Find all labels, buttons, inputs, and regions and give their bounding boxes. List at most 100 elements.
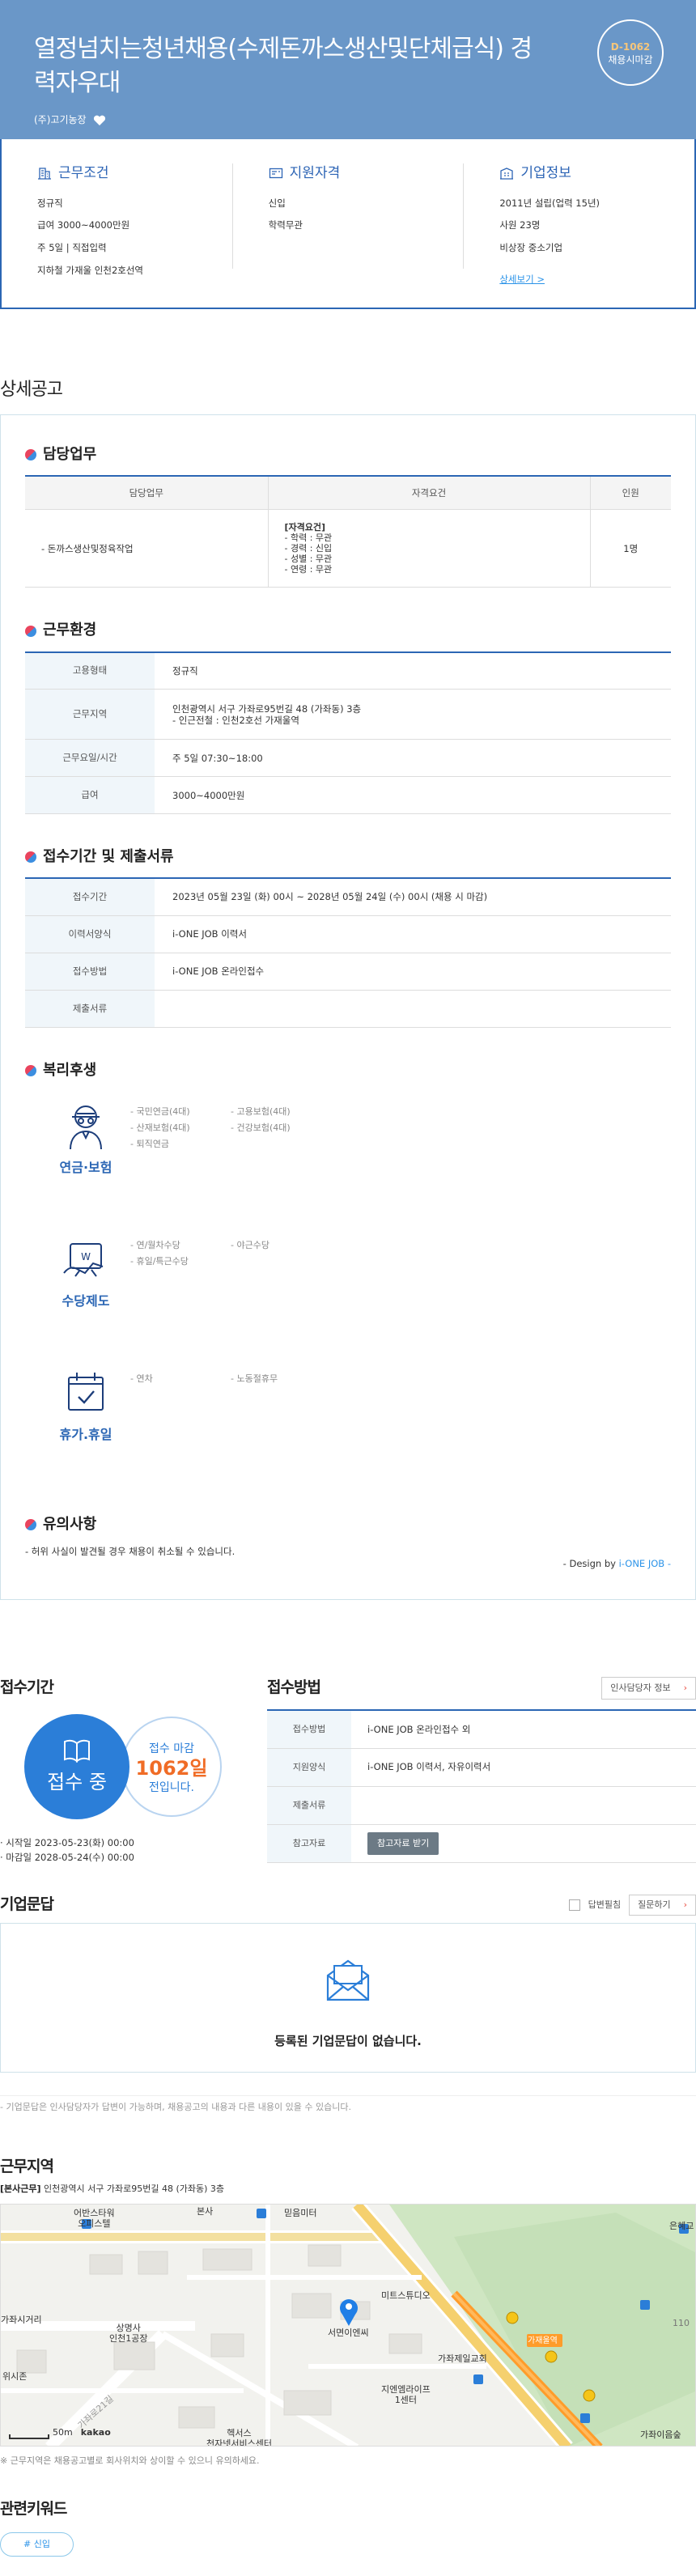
row-label: 제출서류 bbox=[25, 990, 155, 1028]
map-label: 어반스타워 오피스텔 bbox=[74, 2208, 115, 2230]
work-item: 정규직 bbox=[37, 197, 63, 209]
table-row: 근무요일/시간 주 5일 07:30~18:00 bbox=[25, 739, 671, 778]
table-row: 참고자료 참고자료 받기 bbox=[267, 1824, 696, 1863]
map-label: 은혜교 bbox=[669, 2221, 694, 2232]
req-line: - 연령 : 무관 bbox=[284, 564, 333, 575]
company-row: (주)고기농장 bbox=[34, 113, 662, 127]
company-info-title: 기업정보 bbox=[499, 163, 659, 184]
welfare-item: - 국민연금(4대) bbox=[130, 1106, 190, 1117]
corp-item: 비상장 중소기업 bbox=[499, 241, 563, 253]
map-label: 미트스튜디오 bbox=[381, 2290, 431, 2302]
headcount-cell: 1명 bbox=[590, 509, 671, 588]
deadline-label: 접수 마감 bbox=[149, 1742, 194, 1755]
company-detail-link[interactable]: 상세보기 > bbox=[499, 274, 545, 285]
welfare-item: - 연/월차수당 bbox=[130, 1239, 180, 1250]
map-label: 지엔엠라이프 1센터 bbox=[381, 2384, 431, 2406]
hr-button-label: 인사담당자 정보 bbox=[610, 1683, 671, 1694]
qual-item: 신입 bbox=[268, 197, 286, 209]
keyword-tag[interactable]: # 신입 bbox=[0, 2531, 74, 2557]
welfare-icon-box: 휴가.휴일 bbox=[41, 1366, 130, 1500]
welfare-icon-box: 연금·보험 bbox=[41, 1099, 130, 1233]
table-row: 접수방법 i-ONE JOB 온라인접수 외 bbox=[267, 1710, 696, 1749]
scale-bar bbox=[9, 2434, 49, 2440]
row-value bbox=[351, 1786, 696, 1825]
env-title-text: 근무환경 bbox=[43, 622, 97, 639]
table-row: 접수기간 2023년 05월 23일 (화) 00시 ~ 2028년 05월 24… bbox=[25, 878, 671, 916]
welfare-title: 복리후생 bbox=[25, 1060, 671, 1081]
row-label: 접수기간 bbox=[25, 878, 155, 916]
row-value: 인천광역시 서구 가좌로95번길 48 (가좌동) 3층 - 인근전철 : 인천2… bbox=[155, 689, 671, 741]
table-row: 급여 3000~4000만원 bbox=[25, 776, 671, 815]
design-credit: - Design by i-ONE JOB - bbox=[25, 1557, 671, 1571]
map-label: 가좌제일교회 bbox=[438, 2353, 487, 2365]
map-label: 서면이엔씨 bbox=[328, 2328, 369, 2339]
row-value: i-ONE JOB 이력서, 자유이력서 bbox=[351, 1748, 696, 1787]
work-conditions: 근무조건 정규직 급여 3000~4000만원 주 5일 | 직접입력 지하철 … bbox=[2, 163, 233, 276]
map-label: 110 bbox=[673, 2318, 690, 2329]
download-reference-button[interactable]: 참고자료 받기 bbox=[367, 1831, 439, 1855]
table-row: 이력서양식 i-ONE JOB 이력서 bbox=[25, 915, 671, 953]
qualifications-title: 지원자격 bbox=[269, 163, 428, 184]
work-item: 지하철 가재울 인천2호선역 bbox=[37, 264, 144, 276]
method-table: 접수방법 i-ONE JOB 온라인접수 외 지원양식 i-ONE JOB 이력서,… bbox=[267, 1709, 696, 1863]
bullet-dot-icon bbox=[25, 851, 36, 864]
company-name[interactable]: (주)고기농장 bbox=[34, 113, 87, 127]
scale-text: 50m bbox=[53, 2427, 73, 2438]
heart-icon[interactable] bbox=[93, 115, 106, 126]
ask-question-button[interactable]: 질문하기 › bbox=[629, 1895, 696, 1916]
map-label: 가재울역 bbox=[528, 2336, 558, 2346]
detail-heading: 상세공고 bbox=[0, 380, 63, 400]
address-tag: [본사근무] bbox=[0, 2183, 41, 2195]
table-row: 고용형태 정규직 bbox=[25, 651, 671, 690]
work-item: 급여 3000~4000만원 bbox=[37, 219, 130, 231]
duty-title: 담당업무 bbox=[25, 444, 671, 465]
column-header: 인원 bbox=[590, 475, 671, 511]
requirements-cell: [자격요건] - 학력 : 무관 - 경력 : 신입 - 성별 : 무관 - 연… bbox=[268, 509, 591, 588]
status-text: 접수 중 bbox=[47, 1771, 107, 1794]
row-label: 근무지역 bbox=[25, 689, 155, 741]
svg-text:W: W bbox=[81, 1251, 91, 1263]
work-title-text: 근무조건 bbox=[58, 165, 109, 181]
receipt-status-box: 접수 중 접수 마감 1062일 전입니다. bbox=[0, 1713, 267, 1819]
corp-item: 2011년 설립(업력 15년) bbox=[499, 197, 601, 209]
row-label: 지원양식 bbox=[267, 1748, 351, 1787]
address-line: 인천광역시 서구 가좌로95번길 48 (가좌동) 3층 bbox=[172, 702, 362, 715]
caution-title-text: 유의사항 bbox=[43, 1515, 97, 1533]
hr-contact-button[interactable]: 인사담당자 정보 › bbox=[601, 1677, 696, 1700]
welfare-item: - 연차 bbox=[130, 1373, 153, 1384]
map-brand: kakao bbox=[80, 2427, 111, 2438]
row-label: 근무요일/시간 bbox=[25, 739, 155, 778]
deadline-suffix: 전입니다. bbox=[149, 1781, 194, 1795]
row-value: i-ONE JOB 이력서 bbox=[155, 915, 671, 953]
work-conditions-title: 근무조건 bbox=[37, 163, 197, 184]
bullet-dot-icon bbox=[25, 625, 36, 637]
location-address: [본사근무] 인천광역시 서구 가좌로95번길 48 (가좌동) 3층 bbox=[0, 2183, 696, 2196]
welfare-label: 수당제도 bbox=[62, 1293, 110, 1309]
start-date: · 시작일 2023-05-23(화) 00:00 bbox=[0, 1836, 134, 1848]
keyword-section: 관련키워드 # 신입 bbox=[0, 2498, 696, 2557]
qna-empty-text: 등록된 기업문답이 없습니다. bbox=[274, 2034, 422, 2049]
welfare-item: - 노동절휴무 bbox=[231, 1373, 278, 1384]
method-header: 접수방법 인사담당자 정보 › bbox=[267, 1677, 696, 1700]
row-label: 이력서양식 bbox=[25, 915, 155, 953]
dday-badge: D-1062 채용시마감 bbox=[597, 19, 664, 86]
welfare-label: 휴가.휴일 bbox=[59, 1427, 112, 1443]
job-header: 열정넘치는청년채용(수제돈까스생산및단체급식) 경력자우대 (주)고기농장 D-… bbox=[0, 0, 696, 139]
answered-only-label: 답변필침 bbox=[588, 1899, 622, 1910]
allowance-icon: W bbox=[63, 1242, 104, 1277]
work-item: 주 5일 | 직접입력 bbox=[37, 241, 107, 253]
pension-icon bbox=[70, 1105, 102, 1149]
receipt-dates: · 시작일 2023-05-23(화) 00:00 · 마감일 2028-05-… bbox=[0, 1835, 267, 1865]
answered-only-checkbox[interactable] bbox=[568, 1899, 580, 1911]
row-value bbox=[155, 990, 671, 1028]
row-value: i-ONE JOB 온라인접수 외 bbox=[351, 1710, 696, 1749]
welfare-item: - 야근수당 bbox=[231, 1239, 269, 1250]
welfare-items: - 국민연금(4대) - 고용보험(4대) - 산재보험(4대) - 건강보험(… bbox=[130, 1099, 344, 1233]
design-brand[interactable]: i-ONE JOB - bbox=[619, 1558, 671, 1569]
row-label: 제출서류 bbox=[267, 1786, 351, 1825]
table-row: - 돈까스생산및정육작업 [자격요건] - 학력 : 무관 - 경력 : 신입 … bbox=[25, 509, 671, 588]
duty-title-text: 담당업무 bbox=[43, 445, 97, 463]
company-info: 기업정보 2011년 설립(업력 15년) 사원 23명 비상장 중소기업 상세… bbox=[464, 163, 694, 285]
location-map[interactable]: 어반스타워 오피스텔 본사 믿음미터 은혜교 미트스튜디오 상명사 인천1공장 서면… bbox=[0, 2204, 696, 2447]
welfare-item: - 고용보험(4대) bbox=[231, 1106, 291, 1117]
